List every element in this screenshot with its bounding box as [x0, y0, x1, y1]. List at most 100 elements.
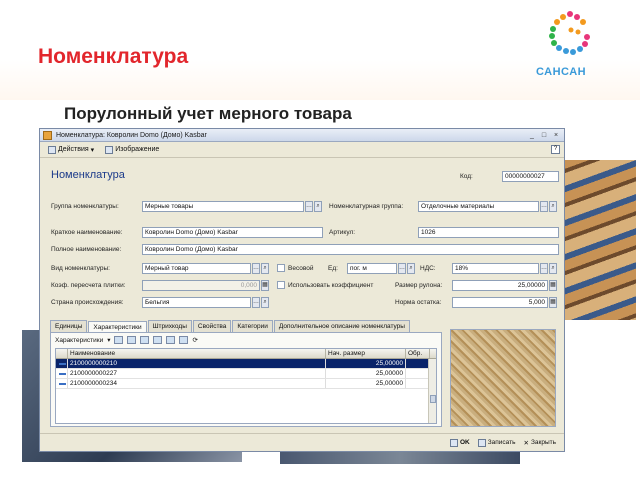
min-stock-field[interactable]: 5,000	[452, 297, 548, 308]
product-image	[450, 329, 556, 427]
select-button[interactable]: …	[252, 297, 260, 308]
tab-extra-description[interactable]: Дополнительное описание номенклатуры	[273, 320, 410, 332]
calculator-icon[interactable]: ▦	[549, 297, 557, 308]
table-row[interactable]: 2100000000210 25,00000	[56, 359, 436, 369]
row-icon	[56, 359, 68, 368]
refresh-icon[interactable]: ⟳	[192, 336, 197, 344]
vat-label: НДС:	[420, 265, 436, 272]
calculator-icon[interactable]: ▦	[549, 280, 557, 291]
window-title: Номенклатура: Ковролин Domo (Домо) Kasba…	[56, 131, 207, 139]
cell-name: 2100000000234	[68, 379, 326, 388]
ok-label: OK	[459, 439, 470, 446]
weight-label: Весовой	[288, 265, 314, 272]
close-window-button[interactable]: ×	[551, 131, 561, 140]
actions-menu-button[interactable]: Действия ▾	[44, 144, 98, 156]
full-name-label: Полное наименование:	[51, 246, 122, 253]
move-up-icon[interactable]	[166, 336, 176, 344]
window-button-bar: OK Записать ✕ Закрыть	[40, 433, 564, 451]
search-icon[interactable]: ⌕	[261, 263, 269, 274]
use-coef-label: Использовать коэффициент	[288, 282, 374, 289]
article-label: Артикул:	[329, 229, 356, 236]
actions-label: Действия	[58, 146, 89, 153]
group-field[interactable]: Мерные товары	[142, 201, 304, 212]
search-icon[interactable]: ⌕	[261, 297, 269, 308]
cell-obr	[406, 359, 430, 368]
edit-icon[interactable]	[140, 336, 150, 344]
roll-size-field[interactable]: 25,00000	[452, 280, 548, 291]
dropdown-arrow-icon: ▾	[90, 146, 95, 154]
move-down-icon[interactable]	[179, 336, 189, 344]
save-label: Записать	[487, 439, 516, 446]
use-coef-checkbox[interactable]	[277, 281, 285, 289]
cell-size: 25,00000	[326, 369, 406, 378]
slide-title: Номенклатура	[38, 45, 189, 68]
select-button[interactable]: …	[398, 263, 406, 274]
search-icon[interactable]: ⌕	[314, 201, 322, 212]
ok-icon	[449, 438, 458, 447]
app-icon	[43, 130, 52, 140]
kind-field[interactable]: Мерный товар	[142, 263, 251, 274]
header-icon-col	[56, 349, 68, 358]
maximize-button[interactable]: □	[539, 131, 549, 140]
short-name-field[interactable]: Ковролин Domo (Домо) Kasbar	[142, 227, 323, 238]
unit-field[interactable]: пог. м	[347, 263, 397, 274]
cell-obr	[406, 369, 430, 378]
dropdown-arrow-icon[interactable]: ▾	[107, 336, 110, 344]
article-field[interactable]: 1026	[418, 227, 559, 238]
close-button[interactable]: ✕ Закрыть	[524, 439, 557, 447]
ok-button[interactable]: OK	[449, 438, 470, 447]
nomenclature-window: Номенклатура: Ковролин Domo (Домо) Kasba…	[39, 128, 565, 452]
table-scrollbar[interactable]	[428, 359, 436, 423]
row-icon	[56, 379, 68, 388]
country-field[interactable]: Бельгия	[142, 297, 251, 308]
tab-units[interactable]: Единицы	[50, 320, 88, 332]
tab-barcodes[interactable]: Штрихкоды	[147, 320, 192, 332]
select-button[interactable]: …	[540, 201, 548, 212]
roll-size-label: Размер рулона:	[395, 282, 443, 289]
image-label: Изображение	[115, 146, 160, 153]
calculator-icon[interactable]: ▦	[261, 280, 269, 291]
save-button[interactable]: Записать	[477, 438, 516, 447]
vat-field[interactable]: 18%	[452, 263, 539, 274]
table-row[interactable]: 2100000000227 25,00000	[56, 369, 436, 379]
column-header-obr[interactable]: Обр.	[406, 349, 430, 358]
help-button[interactable]: ?	[551, 145, 560, 154]
code-label: Код:	[460, 173, 473, 180]
nom-group-field[interactable]: Отделочные материалы	[418, 201, 539, 212]
cell-name: 2100000000227	[68, 369, 326, 378]
group-label: Группа номенклатуры:	[51, 203, 119, 210]
select-button[interactable]: …	[252, 263, 260, 274]
search-icon[interactable]: ⌕	[549, 263, 557, 274]
save-icon	[477, 438, 486, 447]
slide: Номенклатура Порулонный учет мерного тов…	[0, 0, 640, 480]
search-icon[interactable]: ⌕	[407, 263, 415, 274]
table-row[interactable]: 2100000000234 25,00000	[56, 379, 436, 389]
tab-properties[interactable]: Свойства	[192, 320, 232, 332]
kind-label: Вид номенклатуры:	[51, 265, 110, 272]
cell-name: 2100000000210	[68, 359, 326, 368]
search-icon[interactable]: ⌕	[549, 201, 557, 212]
weight-checkbox[interactable]	[277, 264, 285, 272]
tab-categories[interactable]: Категории	[232, 320, 273, 332]
cell-size: 25,00000	[326, 359, 406, 368]
close-icon: ✕	[523, 439, 529, 447]
characteristics-table: Наименование Нач. размер Обр. 2100000000…	[55, 348, 437, 424]
delete-icon[interactable]	[153, 336, 163, 344]
table-header: Наименование Нач. размер Обр.	[56, 349, 436, 359]
coef-label: Коэф. пересчета плитки:	[51, 282, 126, 289]
window-titlebar[interactable]: Номенклатура: Ковролин Domo (Домо) Kasba…	[40, 129, 564, 142]
minimize-button[interactable]: _	[527, 131, 537, 140]
scrollbar-thumb[interactable]	[430, 395, 436, 403]
code-field[interactable]: 00000000027	[502, 171, 559, 182]
full-name-field[interactable]: Ковролин Domo (Домо) Kasbar	[142, 244, 559, 255]
column-header-size[interactable]: Нач. размер	[326, 349, 406, 358]
tab-strip: Единицы Характеристики Штрихкоды Свойств…	[50, 320, 411, 333]
column-header-name[interactable]: Наименование	[68, 349, 326, 358]
select-button[interactable]: …	[305, 201, 313, 212]
select-button[interactable]: …	[540, 263, 548, 274]
copy-icon[interactable]	[127, 336, 137, 344]
characteristics-menu-button[interactable]: Характеристики	[55, 337, 103, 344]
add-icon[interactable]	[114, 336, 124, 344]
image-button[interactable]: Изображение	[101, 144, 163, 156]
coef-field[interactable]: 0,000	[142, 280, 260, 291]
